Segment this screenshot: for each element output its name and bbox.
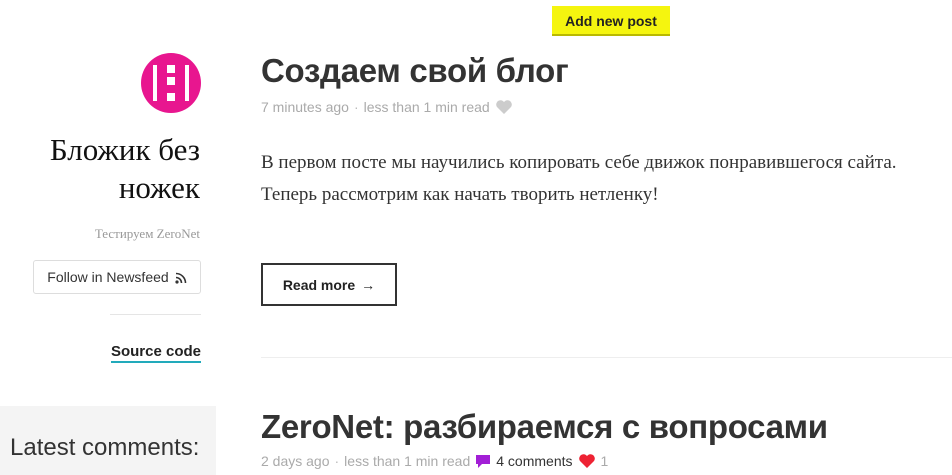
rss-icon <box>175 271 187 284</box>
post-excerpt: В первом посте мы научились копировать с… <box>261 152 897 205</box>
post-title[interactable]: ZeroNet: разбираемся с вопросами <box>261 408 828 446</box>
post-date: 2 days ago <box>261 453 330 469</box>
post-read-time: less than 1 min read <box>363 99 490 115</box>
follow-newsfeed-button[interactable]: Follow in Newsfeed <box>33 260 201 294</box>
post-meta: 7 minutes ago · less than 1 min read <box>261 99 513 115</box>
read-more-button[interactable]: Read more → <box>261 263 397 306</box>
post-meta: 2 days ago · less than 1 min read 4 comm… <box>261 453 608 469</box>
meta-separator: · <box>353 99 359 115</box>
blog-subtitle: Тестируем ZeroNet <box>94 226 200 241</box>
sidebar-divider <box>110 314 201 315</box>
heart-icon[interactable] <box>495 99 513 115</box>
read-more-label: Read more <box>282 276 356 293</box>
arrow-right-icon: → <box>361 276 376 293</box>
blog-title: Бложик без ножек <box>49 132 200 205</box>
comment-icon[interactable] <box>475 454 491 469</box>
source-code-link[interactable]: Source code <box>110 343 201 363</box>
meta-separator: · <box>334 453 340 469</box>
follow-label: Follow in Newsfeed <box>47 269 169 285</box>
post-read-time: less than 1 min read <box>344 453 471 469</box>
post-divider <box>261 357 952 358</box>
latest-comments-title: Latest comments: <box>10 434 200 461</box>
comments-count-link[interactable]: 4 comments <box>496 453 572 469</box>
blog-avatar[interactable] <box>141 53 201 113</box>
latest-comments-panel: Latest comments: <box>0 406 216 475</box>
heart-icon[interactable] <box>578 453 596 469</box>
add-new-post-button[interactable]: Add new post <box>552 6 670 36</box>
post-title[interactable]: Создаем свой блог <box>261 52 569 90</box>
source-code-link-container: Source code <box>20 343 201 363</box>
like-count: 1 <box>600 453 609 469</box>
post-date: 7 minutes ago <box>261 99 349 115</box>
